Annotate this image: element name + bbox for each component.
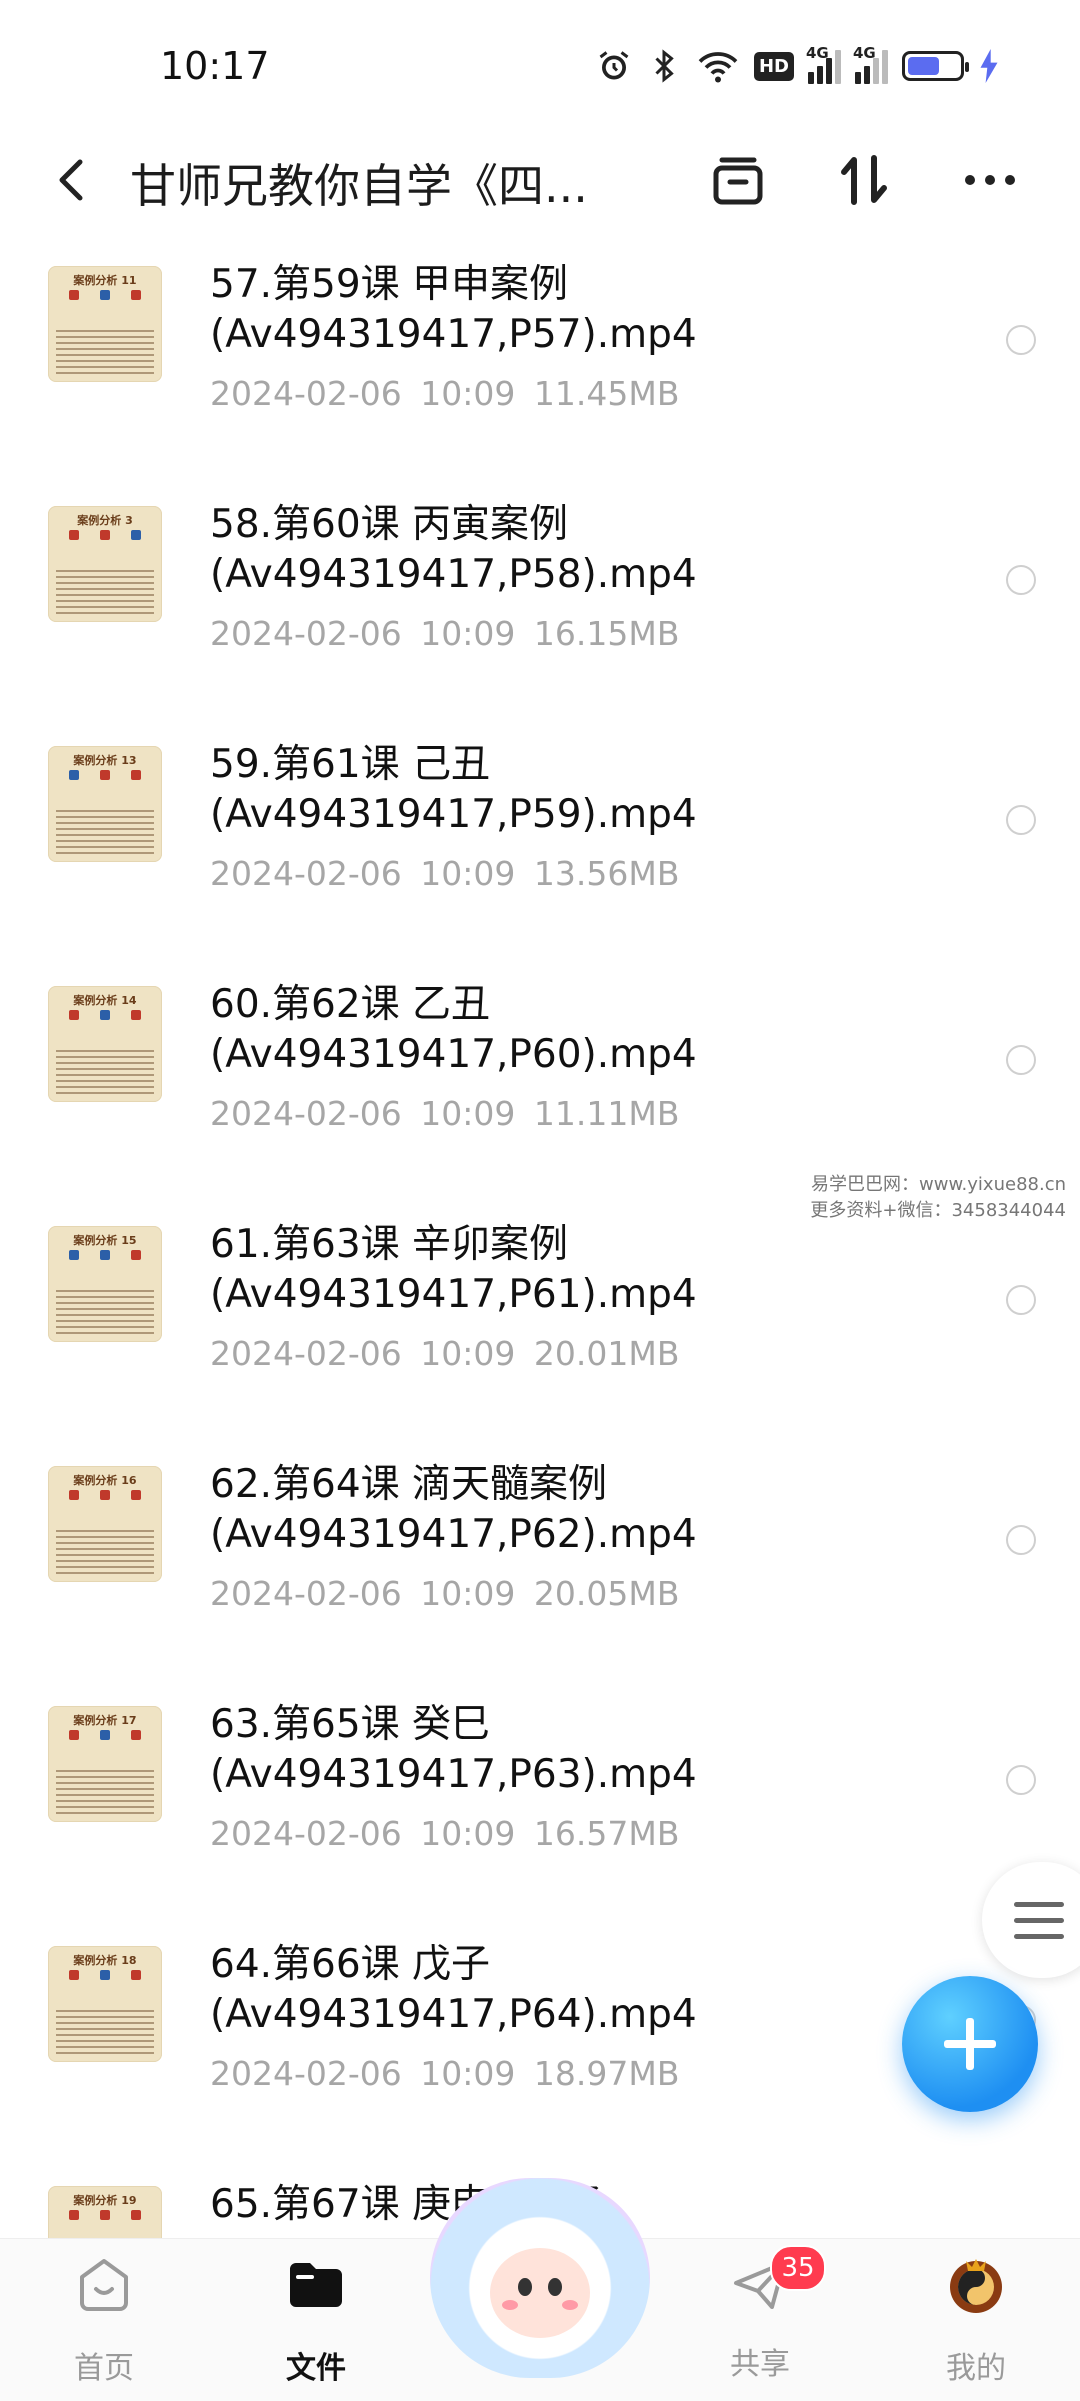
file-name: 59.第61课 己丑 (Av494319417,P59).mp4 <box>210 742 697 837</box>
back-arrow-icon[interactable] <box>48 152 98 208</box>
video-thumbnail: 案例分析 18 <box>48 1946 162 2062</box>
list-item[interactable]: 案例分析 3 58.第60课 丙寅案例 (Av494319417,P58).mp… <box>0 470 1080 710</box>
charging-icon <box>980 49 998 83</box>
clock: 10:17 <box>160 44 270 88</box>
sort-icon[interactable] <box>832 148 896 212</box>
profile-avatar-icon <box>950 2259 1002 2313</box>
file-meta: 2024-02-06 10:09 18.97MB <box>210 2054 680 2093</box>
status-icons: HD 4G 4G <box>596 44 1000 84</box>
file-name: 62.第64课 滴天髓案例 (Av494319417,P62).mp4 <box>210 1462 697 1557</box>
tab-label: 共享 <box>730 2347 790 2382</box>
file-name: 57.第59课 甲申案例 (Av494319417,P57).mp4 <box>210 262 697 357</box>
add-button[interactable] <box>902 1976 1038 2112</box>
file-meta: 2024-02-06 10:09 11.45MB <box>210 374 680 413</box>
list-item[interactable]: 案例分析 17 63.第65课 癸巳 (Av494319417,P63).mp4… <box>0 1670 1080 1910</box>
file-name: 58.第60课 丙寅案例 (Av494319417,P58).mp4 <box>210 502 697 597</box>
hd-voice-icon: HD <box>753 51 794 81</box>
tab-files[interactable]: 文件 <box>236 2253 396 2387</box>
file-meta: 2024-02-06 10:09 16.15MB <box>210 614 680 653</box>
file-name: 63.第65课 癸巳 (Av494319417,P63).mp4 <box>210 1702 697 1797</box>
alarm-icon <box>599 51 629 80</box>
list-item[interactable]: 案例分析 14 60.第62课 乙丑 (Av494319417,P60).mp4… <box>0 950 1080 1190</box>
select-radio[interactable] <box>1006 1765 1036 1795</box>
notification-badge: 35 <box>770 2245 826 2291</box>
video-thumbnail: 案例分析 11 <box>48 266 162 382</box>
file-meta: 2024-02-06 10:09 13.56MB <box>210 854 680 893</box>
video-thumbnail: 案例分析 16 <box>48 1466 162 1582</box>
list-item[interactable]: 案例分析 11 57.第59课 甲申案例 (Av494319417,P57).m… <box>0 230 1080 470</box>
select-radio[interactable] <box>1006 805 1036 835</box>
tab-mine[interactable]: 我的 <box>896 2253 1056 2387</box>
tab-label: 文件 <box>286 2351 346 2386</box>
signal-icon-2: 4G <box>853 44 888 84</box>
multi-select-icon[interactable] <box>706 148 770 212</box>
folder-icon <box>290 2263 342 2307</box>
video-thumbnail: 案例分析 13 <box>48 746 162 862</box>
tab-share[interactable]: 35 共享 <box>680 2245 840 2383</box>
video-thumbnail: 案例分析 3 <box>48 506 162 622</box>
video-thumbnail: 案例分析 19 <box>48 2186 162 2240</box>
battery-icon <box>902 51 969 81</box>
list-item[interactable]: 案例分析 13 59.第61课 己丑 (Av494319417,P59).mp4… <box>0 710 1080 950</box>
select-radio[interactable] <box>1006 1525 1036 1555</box>
signal-icon-1: 4G <box>806 44 841 84</box>
header: 甘师兄教你自学《四... <box>0 130 1080 230</box>
select-radio[interactable] <box>1006 1285 1036 1315</box>
tab-home[interactable]: 首页 <box>24 2253 184 2387</box>
file-meta: 2024-02-06 10:09 20.01MB <box>210 1334 680 1373</box>
select-radio[interactable] <box>1006 1045 1036 1075</box>
video-thumbnail: 案例分析 17 <box>48 1706 162 1822</box>
file-meta: 2024-02-06 10:09 20.05MB <box>210 1574 680 1613</box>
tab-label: 首页 <box>74 2351 134 2386</box>
file-list: 案例分析 11 57.第59课 甲申案例 (Av494319417,P57).m… <box>0 230 1080 2240</box>
file-meta: 2024-02-06 10:09 11.11MB <box>210 1094 680 1133</box>
more-icon[interactable] <box>958 148 1022 212</box>
select-radio[interactable] <box>1006 565 1036 595</box>
list-item[interactable]: 案例分析 16 62.第64课 滴天髓案例 (Av494319417,P62).… <box>0 1430 1080 1670</box>
list-item[interactable]: 案例分析 15 61.第63课 辛卯案例 (Av494319417,P61).m… <box>0 1190 1080 1430</box>
wifi-icon <box>698 52 738 83</box>
mascot-assistant-button[interactable] <box>430 2178 650 2378</box>
file-name: 64.第66课 戊子 (Av494319417,P64).mp4 <box>210 1942 697 2037</box>
home-icon <box>80 2259 128 2311</box>
video-thumbnail: 案例分析 15 <box>48 1226 162 1342</box>
file-name: 61.第63课 辛卯案例 (Av494319417,P61).mp4 <box>210 1222 697 1317</box>
select-radio[interactable] <box>1006 325 1036 355</box>
watermark: 易学巴巴网：www.yixue88.cn 更多资料+微信：3458344044 <box>810 1174 1066 1221</box>
file-meta: 2024-02-06 10:09 16.57MB <box>210 1814 680 1853</box>
tab-label: 我的 <box>946 2351 1006 2386</box>
video-thumbnail: 案例分析 14 <box>48 986 162 1102</box>
page-title: 甘师兄教你自学《四... <box>130 159 588 213</box>
file-name: 60.第62课 乙丑 (Av494319417,P60).mp4 <box>210 982 697 1077</box>
status-bar: 10:17 HD 4G 4G <box>0 0 1080 130</box>
bluetooth-icon <box>655 49 674 83</box>
